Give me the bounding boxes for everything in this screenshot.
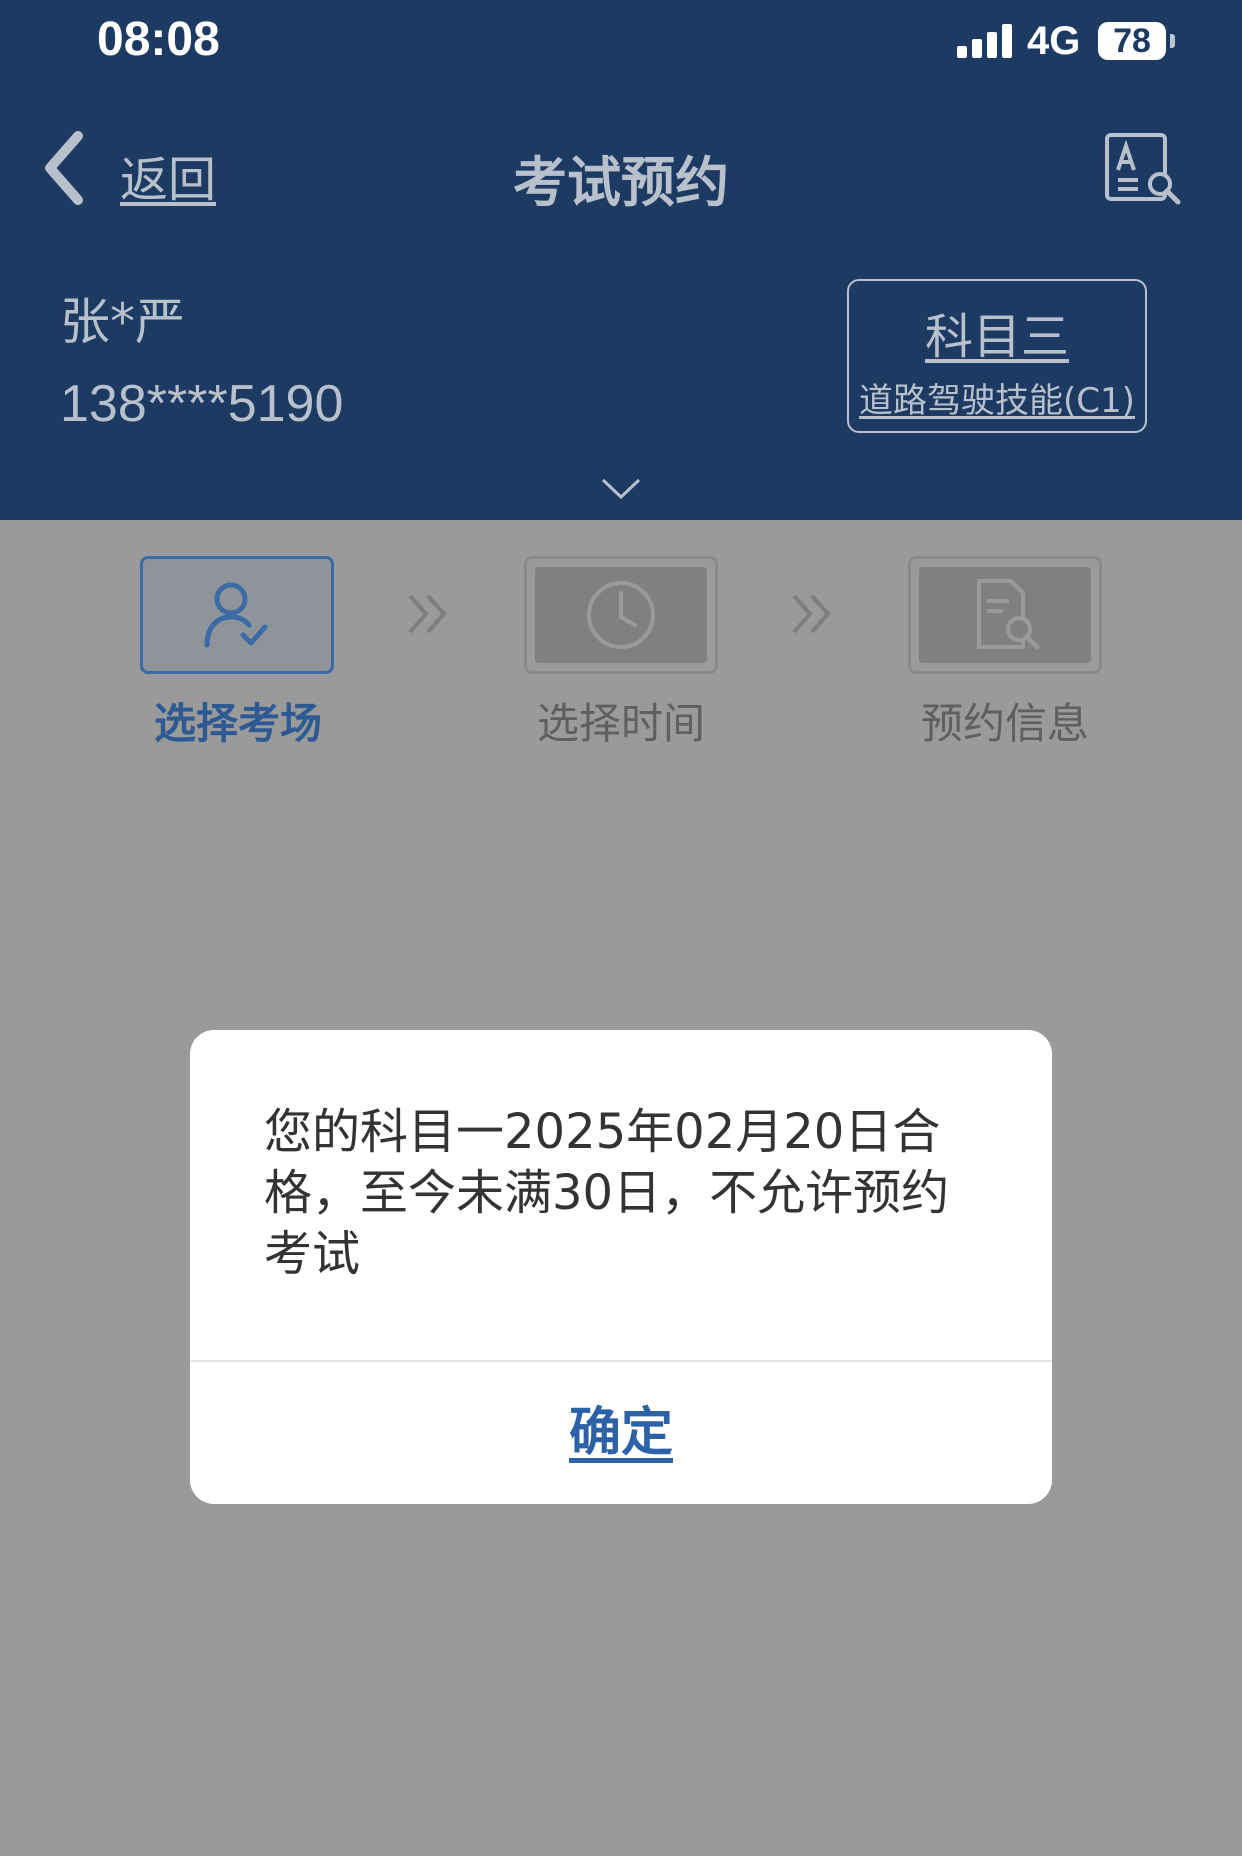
step-indicator: 选择考场 选择时间 预约信息 (0, 556, 1242, 756)
dialog-message: 您的科目一2025年02月20日合格，至今未满30日，不允许预约考试 (264, 1104, 950, 1282)
step-1-label[interactable]: 选择考场 (88, 690, 388, 751)
alert-dialog: 您的科目一2025年02月20日合格，至今未满30日，不允许预约考试 确定 (190, 1030, 1052, 1504)
step-2-label[interactable]: 选择时间 (471, 690, 771, 751)
confirm-button[interactable]: 确定 (190, 1362, 1052, 1504)
status-bar: 08:08 4G 78 (0, 0, 1242, 90)
document-search-icon (977, 579, 1040, 650)
network-type: 4G (1027, 19, 1081, 63)
battery-icon: 78 (1098, 22, 1166, 60)
status-time: 08:08 (97, 13, 220, 66)
step-3-box[interactable] (908, 556, 1102, 674)
subject-title: 科目三 (924, 309, 1069, 365)
header: 08:08 4G 78 返回 考试预约 张*严 138****5190 科目三 (0, 0, 1242, 520)
subject-button[interactable]: 科目三 道路驾驶技能(C1) (847, 279, 1147, 433)
double-chevron-right-icon (792, 594, 831, 634)
clock-icon (587, 581, 655, 649)
battery-tip (1170, 34, 1175, 48)
chevron-down-icon[interactable] (600, 476, 642, 502)
step-2-box[interactable] (524, 556, 718, 674)
double-chevron-right-icon (408, 594, 447, 634)
nav-bar: 返回 考试预约 (0, 110, 1242, 230)
signal-icon (957, 24, 1013, 58)
step-1-box[interactable] (140, 556, 334, 674)
page-title: 考试预约 (513, 151, 729, 214)
step-3-label[interactable]: 预约信息 (855, 690, 1155, 751)
user-check-icon (204, 582, 268, 648)
user-name: 张*严 (60, 293, 185, 351)
user-phone: 138****5190 (60, 375, 344, 433)
subject-subtitle: 道路驾驶技能(C1) (859, 381, 1135, 421)
document-search-icon[interactable] (1104, 132, 1184, 212)
